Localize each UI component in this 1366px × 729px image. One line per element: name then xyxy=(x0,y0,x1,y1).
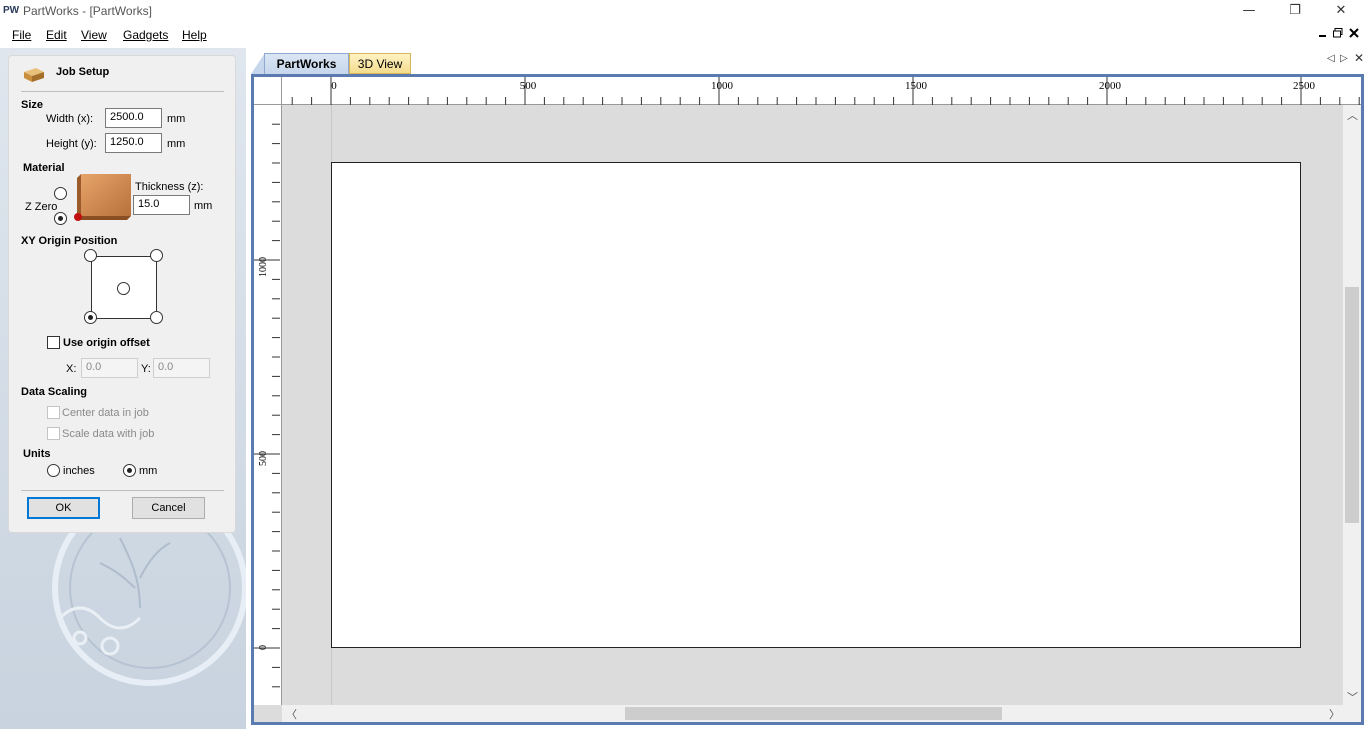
z-zero-label: Z Zero xyxy=(25,201,58,213)
offset-x-input[interactable]: 0.0 xyxy=(81,358,138,378)
units-mm-label: mm xyxy=(139,465,158,477)
data-scaling-heading: Data Scaling xyxy=(21,386,88,398)
horizontal-ruler: 0 500 1000 1500 2000 2500 xyxy=(282,77,1361,105)
tab-scroll-left-icon[interactable]: ◁ xyxy=(1327,53,1335,64)
scale-data-checkbox[interactable] xyxy=(47,427,60,440)
origin-top-right-radio[interactable] xyxy=(150,249,163,262)
tab-3d-view[interactable]: 3D View xyxy=(349,53,411,74)
thickness-input[interactable]: 15.0 xyxy=(133,195,190,215)
restore-button[interactable]: ❐ xyxy=(1272,0,1318,22)
height-input[interactable]: 1250.0 xyxy=(105,133,162,153)
view-frame: 0 500 1000 1500 2000 2500 1000 500 0 ︿ ﹀ 〈 〉 xyxy=(251,74,1364,725)
material-heading: Material xyxy=(23,162,65,174)
decorative-carving-image xyxy=(52,518,246,686)
divider xyxy=(21,490,224,491)
scroll-right-icon[interactable]: 〉 xyxy=(1329,706,1340,722)
scale-data-label: Scale data with job xyxy=(62,428,155,440)
mdi-restore-icon[interactable] xyxy=(1333,27,1343,41)
tab-close-icon[interactable]: ✕ xyxy=(1354,51,1364,65)
width-label: Width (x): xyxy=(46,113,94,125)
vertical-ruler-ticks: 1000 500 0 xyxy=(254,123,280,688)
units-inches-label: inches xyxy=(63,465,95,477)
origin-top-left-radio[interactable] xyxy=(84,249,97,262)
z-zero-top-radio[interactable] xyxy=(54,187,67,200)
thickness-unit: mm xyxy=(194,200,213,212)
height-unit: mm xyxy=(167,138,186,150)
job-setup-icon xyxy=(24,68,44,82)
job-setup-panel: Job Setup Size Width (x): 2500.0 mm Heig… xyxy=(8,55,236,533)
work-area: PartWorks 3D View ◁ ▷ ✕ 0 500 1000 1500 2000… xyxy=(246,48,1366,729)
scroll-up-icon[interactable]: ︿ xyxy=(1347,107,1358,123)
units-inches-radio[interactable] xyxy=(47,464,60,477)
ruler-h-label: 0 xyxy=(331,80,337,92)
ok-button[interactable]: OK xyxy=(27,497,100,519)
tab-partworks[interactable]: PartWorks xyxy=(264,53,349,74)
divider xyxy=(21,91,224,92)
height-label: Height (y): xyxy=(46,138,97,150)
ruler-h-label: 1000 xyxy=(711,80,734,92)
center-data-checkbox[interactable] xyxy=(47,406,60,419)
ruler-corner xyxy=(254,77,282,105)
center-data-label: Center data in job xyxy=(62,407,149,419)
vertical-scroll-thumb[interactable] xyxy=(1345,287,1359,523)
horizontal-ruler-ticks: 0 500 1000 1500 2000 2500 xyxy=(291,77,1360,105)
2d-view: 0 500 1000 1500 2000 2500 1000 500 0 ︿ ﹀ 〈 〉 xyxy=(254,77,1361,722)
use-origin-offset-label: Use origin offset xyxy=(63,337,150,349)
menu-file[interactable]: File xyxy=(12,28,31,42)
ruler-v-label: 0 xyxy=(258,645,269,650)
ruler-h-label: 500 xyxy=(520,80,537,92)
offset-y-label: Y: xyxy=(141,363,151,375)
size-heading: Size xyxy=(21,99,44,111)
scroll-left-icon[interactable]: 〈 xyxy=(286,706,297,722)
tab-scroll-right-icon[interactable]: ▷ xyxy=(1340,53,1348,64)
material-block-image xyxy=(74,174,131,221)
z-zero-bottom-radio[interactable] xyxy=(54,212,67,225)
horizontal-scroll-thumb[interactable] xyxy=(625,707,1002,720)
thickness-label: Thickness (z): xyxy=(135,181,204,193)
close-button[interactable]: ✕ xyxy=(1318,0,1364,22)
app-logo: PW xyxy=(3,5,20,16)
horizontal-scrollbar[interactable]: 〈 〉 xyxy=(282,705,1343,722)
drawing-canvas[interactable] xyxy=(282,105,1343,705)
menu-view[interactable]: View xyxy=(81,28,107,42)
menu-gadgets[interactable]: Gadgets xyxy=(123,28,168,42)
left-panel: Job Setup Size Width (x): 2500.0 mm Heig… xyxy=(0,48,246,729)
vertical-scrollbar[interactable]: ︿ ﹀ xyxy=(1343,105,1361,705)
width-input[interactable]: 2500.0 xyxy=(105,108,162,128)
origin-bottom-left-radio[interactable] xyxy=(84,311,97,324)
ruler-v-label: 500 xyxy=(258,451,269,466)
use-origin-offset-checkbox[interactable] xyxy=(47,336,60,349)
ruler-h-label: 2500 xyxy=(1293,80,1316,92)
mdi-minimize-icon[interactable] xyxy=(1318,27,1328,41)
offset-x-label: X: xyxy=(66,363,77,375)
ruler-v-label: 1000 xyxy=(258,257,269,277)
minimize-button[interactable]: — xyxy=(1226,0,1272,22)
ruler-h-label: 1500 xyxy=(905,80,928,92)
tab-edge xyxy=(251,53,265,74)
vertical-ruler: 1000 500 0 xyxy=(254,105,282,705)
menu-bar: File Edit View Gadgets Help xyxy=(0,24,1366,48)
window-title: PartWorks - [PartWorks] xyxy=(23,4,152,18)
cancel-button[interactable]: Cancel xyxy=(132,497,205,519)
xy-origin-heading: XY Origin Position xyxy=(21,235,118,247)
menu-edit[interactable]: Edit xyxy=(46,28,67,42)
job-material-rectangle xyxy=(331,162,1301,648)
offset-y-input[interactable]: 0.0 xyxy=(153,358,210,378)
mdi-close-icon[interactable] xyxy=(1349,27,1359,41)
units-heading: Units xyxy=(23,448,51,460)
origin-bottom-right-radio[interactable] xyxy=(150,311,163,324)
ruler-h-label: 2000 xyxy=(1099,80,1122,92)
menu-help[interactable]: Help xyxy=(182,28,207,42)
scroll-corner xyxy=(1343,705,1361,722)
title-bar: PW PartWorks - [PartWorks] — ❐ ✕ xyxy=(0,0,1366,24)
origin-center-radio[interactable] xyxy=(117,282,130,295)
width-unit: mm xyxy=(167,113,186,125)
units-mm-radio[interactable] xyxy=(123,464,136,477)
job-setup-title: Job Setup xyxy=(56,66,110,78)
scroll-down-icon[interactable]: ﹀ xyxy=(1347,689,1358,705)
